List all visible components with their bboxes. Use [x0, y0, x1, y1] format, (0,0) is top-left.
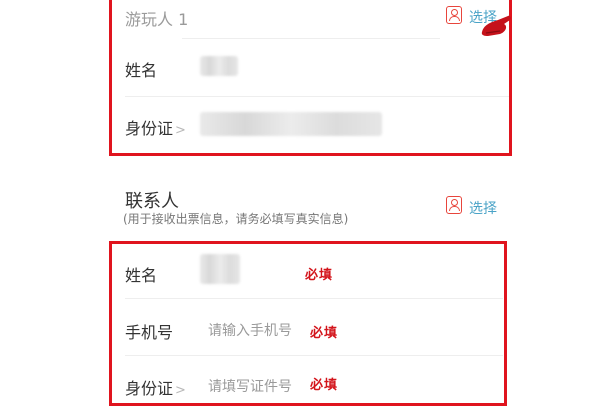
- contact-book-icon[interactable]: [446, 196, 462, 214]
- contact-phone-required: 必填: [310, 326, 339, 341]
- contact-name-label: 姓名: [125, 266, 158, 285]
- contact-subtitle: (用于接收出票信息，请务必填写真实信息): [123, 212, 349, 226]
- contact-select-link[interactable]: 选择: [469, 198, 497, 218]
- divider: [125, 355, 503, 356]
- passenger-id-label-text: 身份证: [125, 119, 174, 138]
- chevron-right-icon: >: [175, 383, 186, 398]
- contact-name-required: 必填: [305, 268, 334, 283]
- hand-pointer-icon: [481, 15, 511, 36]
- passenger-name-value-blurred: [200, 56, 238, 76]
- divider: [125, 96, 509, 97]
- contact-phone-input[interactable]: 请输入手机号: [208, 320, 292, 340]
- passenger-id-value-blurred: [200, 112, 382, 136]
- contact-id-label-text: 身份证: [125, 379, 174, 398]
- chevron-right-icon: >: [175, 123, 186, 138]
- contact-book-icon[interactable]: [446, 6, 462, 24]
- divider: [182, 38, 440, 39]
- passenger-id-label[interactable]: 身份证 >: [125, 115, 186, 139]
- contact-id-required: 必填: [310, 378, 339, 393]
- contact-name-value-blurred: [200, 254, 240, 284]
- passenger-placeholder[interactable]: 游玩人 1: [125, 6, 188, 30]
- contact-id-label[interactable]: 身份证 >: [125, 375, 186, 399]
- contact-id-input[interactable]: 请填写证件号: [208, 376, 292, 396]
- divider: [125, 298, 503, 299]
- passenger-name-label: 姓名: [125, 61, 158, 80]
- contact-phone-label: 手机号: [125, 323, 174, 342]
